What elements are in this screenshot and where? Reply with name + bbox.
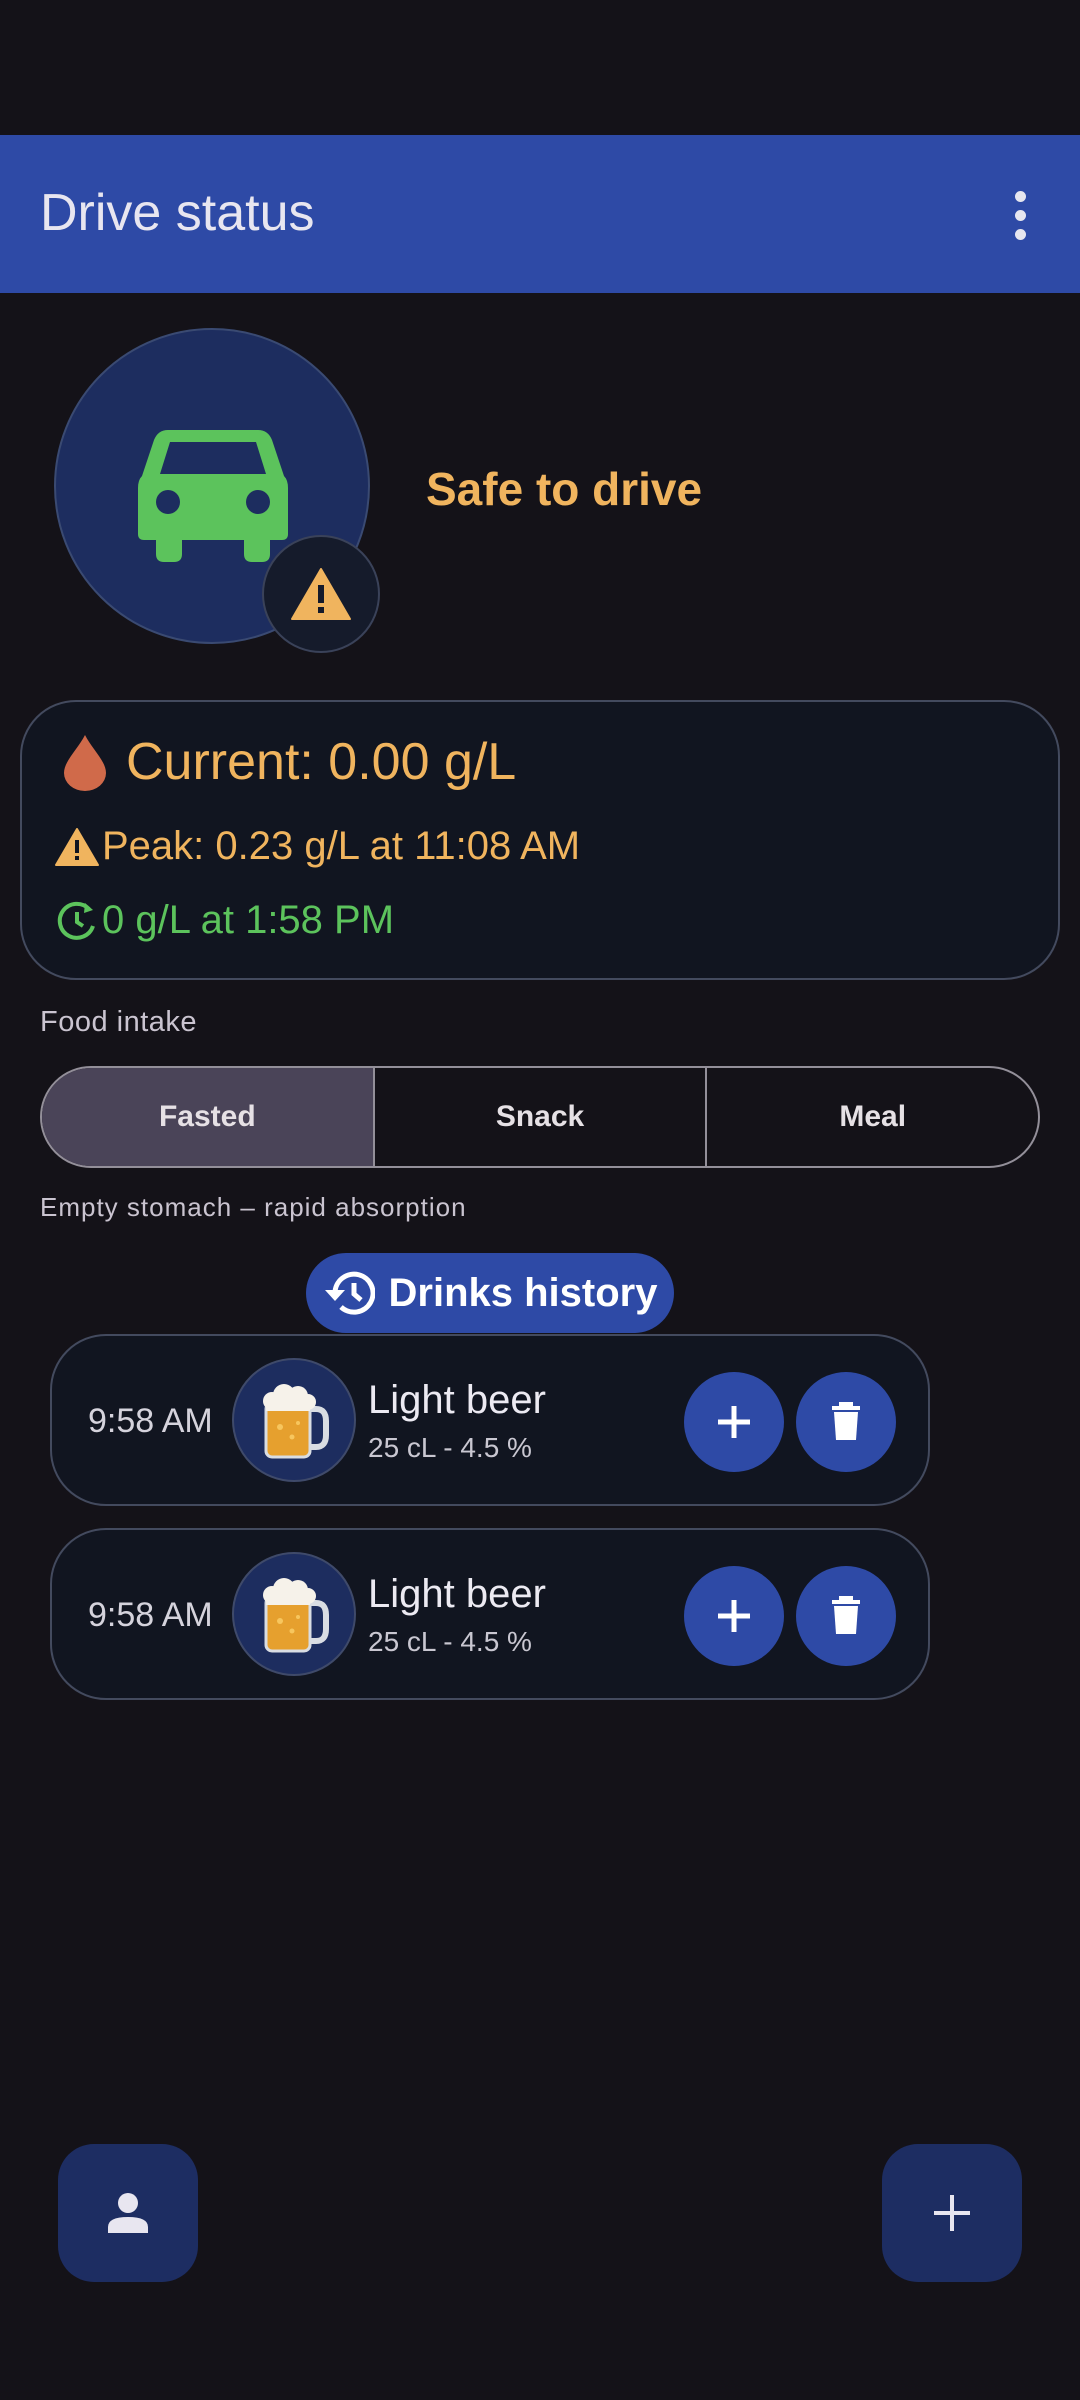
drive-status-label: Safe to drive [426, 463, 703, 515]
trash-icon [832, 1596, 860, 1634]
history-icon [324, 1271, 375, 1315]
drink-item: 9:58 AM Light beer 25 cL - 4.5 % [50, 1528, 930, 1700]
peak-bac-row: Peak: 0.23 g/L at 11:08 AM [54, 824, 580, 869]
food-intake-selector: Fasted Snack Meal [40, 1066, 1040, 1168]
drinks-history-label: Drinks history [388, 1270, 658, 1315]
drink-name: Light beer [368, 1572, 546, 1616]
warning-icon [291, 568, 351, 620]
food-intake-hint: Empty stomach – rapid absorption [40, 1192, 467, 1222]
add-drink-again-button[interactable] [684, 1566, 784, 1666]
drop-icon [64, 735, 106, 791]
warning-icon [55, 827, 99, 866]
drink-detail: 25 cL - 4.5 % [368, 1626, 532, 1657]
warning-badge [262, 535, 380, 653]
trash-icon [832, 1402, 860, 1440]
bac-card: Current: 0.00 g/L Peak: 0.23 g/L at 11:0… [20, 700, 1060, 980]
add-drink-button[interactable] [882, 2144, 1022, 2282]
status-bar [0, 0, 1080, 135]
sober-time-text: 0 g/L at 1:58 PM [102, 898, 395, 942]
plus-icon [718, 1406, 750, 1438]
peak-bac-text: Peak: 0.23 g/L at 11:08 AM [102, 824, 581, 868]
current-bac-row: Current: 0.00 g/L [62, 732, 516, 792]
app-bar: Drive status [0, 135, 1080, 293]
food-option-snack[interactable]: Snack [372, 1068, 706, 1166]
beer-mug-icon [232, 1358, 356, 1482]
beer-mug-icon [232, 1552, 356, 1676]
plus-icon [718, 1600, 750, 1632]
drink-time: 9:58 AM [88, 1596, 213, 1634]
drink-detail: 25 cL - 4.5 % [368, 1432, 532, 1463]
drink-name: Light beer [368, 1378, 546, 1422]
person-icon [108, 2193, 148, 2233]
delete-drink-button[interactable] [796, 1566, 896, 1666]
current-bac-text: Current: 0.00 g/L [126, 733, 517, 791]
delete-drink-button[interactable] [796, 1372, 896, 1472]
food-intake-label: Food intake [40, 1006, 198, 1038]
timer-icon [57, 901, 95, 940]
page-title: Drive status [40, 184, 315, 242]
plus-icon [934, 2195, 970, 2231]
food-option-meal[interactable]: Meal [705, 1068, 1038, 1166]
profile-button[interactable] [58, 2144, 198, 2282]
sober-time-row: 0 g/L at 1:58 PM [56, 898, 394, 943]
drinks-history-button[interactable]: Drinks history [306, 1253, 674, 1333]
more-vert-icon[interactable] [984, 175, 1056, 255]
food-option-fasted[interactable]: Fasted [42, 1068, 373, 1166]
drink-item: 9:58 AM Light beer 25 cL - 4.5 % [50, 1334, 930, 1506]
car-icon [138, 430, 288, 562]
add-drink-again-button[interactable] [684, 1372, 784, 1472]
drink-time: 9:58 AM [88, 1402, 213, 1440]
